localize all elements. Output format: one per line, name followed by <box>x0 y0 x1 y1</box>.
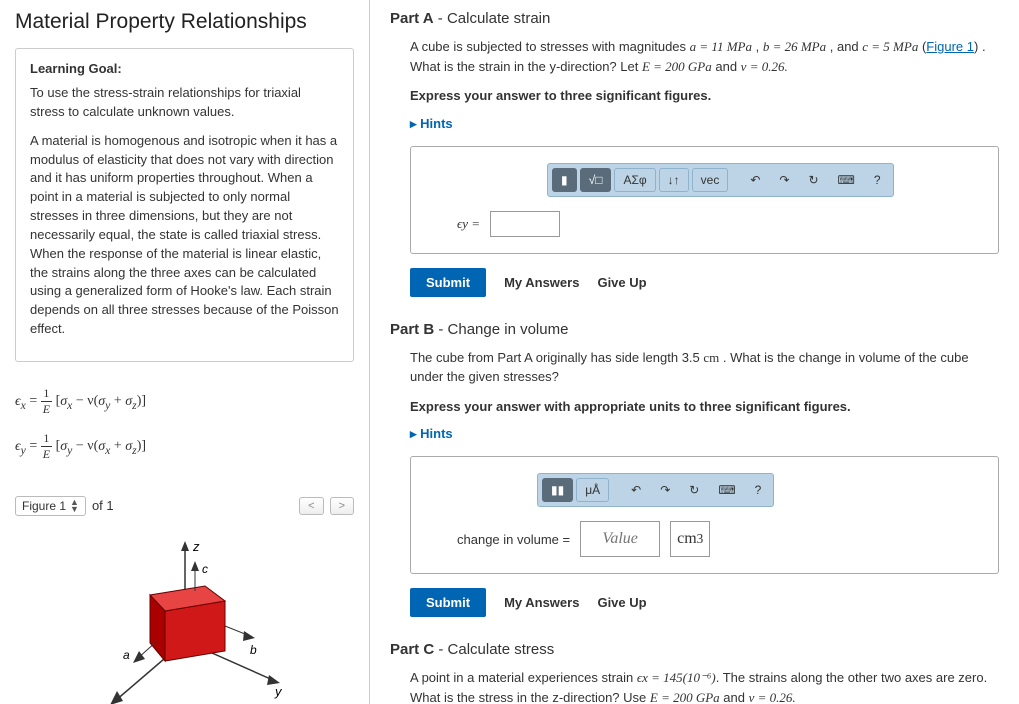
root-icon[interactable]: √□ <box>580 168 612 192</box>
figure-nav: Figure 1 ▲▼ of 1 < > <box>15 496 354 516</box>
learning-goal-box: Learning Goal: To use the stress-strain … <box>15 48 354 362</box>
right-panel: Part A - Calculate strain A cube is subj… <box>370 0 1019 704</box>
undo-icon[interactable]: ↶ <box>742 168 768 192</box>
part-a-title: - Calculate strain <box>438 10 551 27</box>
part-a-giveup[interactable]: Give Up <box>597 275 646 290</box>
part-b-prompt: The cube from Part A originally has side… <box>410 348 999 387</box>
part-b-submit-row: Submit My Answers Give Up <box>410 588 999 617</box>
page-title: Material Property Relationships <box>15 10 354 34</box>
part-a-label: Part A <box>390 10 434 27</box>
reset-icon[interactable]: ↻ <box>681 478 707 502</box>
part-c-title: - Calculate stress <box>438 641 554 658</box>
greek-icon[interactable]: ΑΣφ <box>614 168 655 192</box>
part-a-submit-row: Submit My Answers Give Up <box>410 268 999 297</box>
equation-ex: ϵx = 1E [σx − ν(σy + σz)] <box>15 386 354 417</box>
keyboard-icon[interactable]: ⌨ <box>830 168 863 192</box>
part-a-input-row: ϵy = <box>427 211 982 237</box>
part-b-label: Part B <box>390 321 434 338</box>
help-icon[interactable]: ? <box>747 478 770 502</box>
part-a-toolbar: ▮ √□ ΑΣφ ↓↑ vec ↶ ↷ ↻ ⌨ ? <box>547 163 894 197</box>
vec-button[interactable]: vec <box>692 168 729 192</box>
redo-icon[interactable]: ↷ <box>652 478 678 502</box>
help-icon[interactable]: ? <box>866 168 889 192</box>
part-b-submit-button[interactable]: Submit <box>410 588 486 617</box>
part-a-prompt: A cube is subjected to stresses with mag… <box>410 37 999 76</box>
template-icon[interactable]: ▮ <box>552 168 577 192</box>
template-icon[interactable]: ▮▮ <box>542 478 573 502</box>
part-c-prompt: A point in a material experiences strain… <box>410 668 999 704</box>
part-b-header: Part B - Change in volume <box>390 321 999 338</box>
figure-of: of 1 <box>92 498 114 513</box>
part-a-submit-button[interactable]: Submit <box>410 268 486 297</box>
part-b-title: - Change in volume <box>438 321 568 338</box>
figure-prev-button[interactable]: < <box>299 497 323 515</box>
equations: ϵx = 1E [σx − ν(σy + σz)] ϵy = 1E [σy − … <box>15 376 354 486</box>
part-c-body: A point in a material experiences strain… <box>390 668 999 704</box>
goal-text-1: To use the stress-strain relationships f… <box>30 84 339 122</box>
part-a-input-label: ϵy = <box>457 216 480 232</box>
part-b-hints[interactable]: Hints <box>410 426 453 442</box>
part-a-header: Part A - Calculate strain <box>390 10 999 27</box>
part-b-body: The cube from Part A originally has side… <box>390 348 999 618</box>
part-b-answer-zone: ▮▮ μÅ ↶ ↷ ↻ ⌨ ? change in volume = cm3 <box>410 456 999 574</box>
part-c-header: Part C - Calculate stress <box>390 641 999 658</box>
units-icon[interactable]: μÅ <box>576 478 609 502</box>
part-a-myanswers[interactable]: My Answers <box>504 275 579 290</box>
figure-label: Figure 1 <box>22 499 66 513</box>
updown-icon: ▲▼ <box>70 499 79 513</box>
redo-icon[interactable]: ↷ <box>771 168 797 192</box>
part-b-value-input[interactable] <box>580 521 660 557</box>
part-b-express: Express your answer with appropriate uni… <box>410 397 999 417</box>
reset-icon[interactable]: ↻ <box>800 168 826 192</box>
part-a-answer-zone: ▮ √□ ΑΣφ ↓↑ vec ↶ ↷ ↻ ⌨ ? ϵy = <box>410 146 999 254</box>
svg-text:a: a <box>123 648 130 662</box>
part-a-express: Express your answer to three significant… <box>410 86 999 106</box>
goal-text-2: A material is homogenous and isotropic w… <box>30 132 339 339</box>
part-b-giveup[interactable]: Give Up <box>597 595 646 610</box>
figure-image: z y x c b a <box>15 526 354 704</box>
left-panel: Material Property Relationships Learning… <box>0 0 370 704</box>
keyboard-icon[interactable]: ⌨ <box>710 478 743 502</box>
part-c-label: Part C <box>390 641 434 658</box>
part-b-myanswers[interactable]: My Answers <box>504 595 579 610</box>
part-b-unit-box[interactable]: cm3 <box>670 521 710 557</box>
part-b-toolbar: ▮▮ μÅ ↶ ↷ ↻ ⌨ ? <box>537 473 774 507</box>
equation-ey: ϵy = 1E [σy − ν(σx + σz)] <box>15 431 354 462</box>
subscript-icon[interactable]: ↓↑ <box>659 168 689 192</box>
svg-text:z: z <box>192 539 200 554</box>
undo-icon[interactable]: ↶ <box>623 478 649 502</box>
figure-selector[interactable]: Figure 1 ▲▼ <box>15 496 86 516</box>
svg-text:y: y <box>274 684 283 699</box>
part-b-input-row: change in volume = cm3 <box>427 521 982 557</box>
part-a-answer-input[interactable] <box>490 211 560 237</box>
svg-text:c: c <box>202 562 208 576</box>
part-b-input-label: change in volume = <box>457 532 570 547</box>
figure-link[interactable]: Figure 1 <box>926 39 974 54</box>
figure-next-button[interactable]: > <box>330 497 354 515</box>
goal-title: Learning Goal: <box>30 61 339 76</box>
svg-text:b: b <box>250 643 257 657</box>
part-a-body: A cube is subjected to stresses with mag… <box>390 37 999 297</box>
part-a-hints[interactable]: Hints <box>410 116 453 132</box>
